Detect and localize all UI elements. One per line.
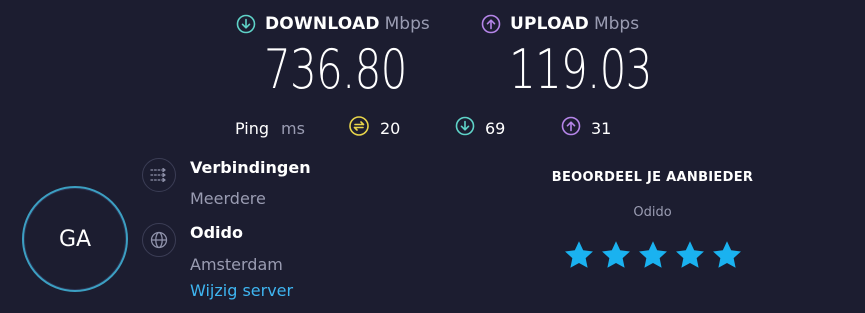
star-icon[interactable]: [600, 240, 632, 274]
connections-title: Verbindingen: [190, 158, 311, 177]
change-server-link[interactable]: Wijzig server: [190, 281, 293, 300]
globe-icon: [142, 223, 176, 257]
rating-section: BEOORDEEL JE AANBIEDER Odido: [520, 170, 785, 274]
ping-label-group: Ping ms: [235, 116, 305, 140]
arrow-down-circle-icon: [236, 14, 256, 34]
download-unit: Mbps: [384, 14, 430, 34]
rating-provider: Odido: [633, 205, 672, 220]
ping-download-icon: [455, 116, 475, 140]
connections-icon: [142, 158, 176, 192]
upload-label: UPLOAD: [510, 14, 589, 34]
ping-idle-icon: [348, 115, 370, 141]
upload-section: UPLOAD Mbps 119.03: [481, 12, 692, 101]
download-label: DOWNLOAD: [265, 14, 380, 34]
ping-idle: 20: [348, 116, 400, 140]
download-header: DOWNLOAD Mbps: [236, 12, 447, 36]
upload-header: UPLOAD Mbps: [481, 12, 692, 36]
ping-upload: 31: [561, 116, 611, 140]
ping-label: Ping: [235, 118, 270, 138]
star-icon[interactable]: [563, 240, 595, 274]
server-title: Odido: [190, 223, 243, 242]
upload-unit: Mbps: [593, 14, 640, 34]
ping-upload-icon: [561, 116, 581, 140]
download-value: 736.80: [264, 38, 407, 101]
ping-upload-value: 31: [591, 118, 612, 138]
star-icon[interactable]: [637, 240, 669, 274]
ping-unit: ms: [281, 118, 305, 138]
rating-stars: [520, 240, 785, 274]
provider-avatar: GA: [22, 186, 128, 292]
download-section: DOWNLOAD Mbps 736.80: [236, 12, 447, 101]
star-icon[interactable]: [674, 240, 706, 274]
upload-value: 119.03: [509, 38, 652, 101]
arrow-up-circle-icon: [481, 14, 501, 34]
ping-download-value: 69: [485, 118, 506, 138]
connections-value: Meerdere: [190, 189, 266, 208]
star-icon[interactable]: [711, 240, 743, 274]
ping-download: 69: [455, 116, 505, 140]
rating-title: BEOORDEEL JE AANBIEDER: [551, 170, 754, 185]
provider-initials: GA: [58, 226, 92, 252]
ping-idle-value: 20: [380, 118, 401, 138]
server-location: Amsterdam: [190, 255, 283, 274]
